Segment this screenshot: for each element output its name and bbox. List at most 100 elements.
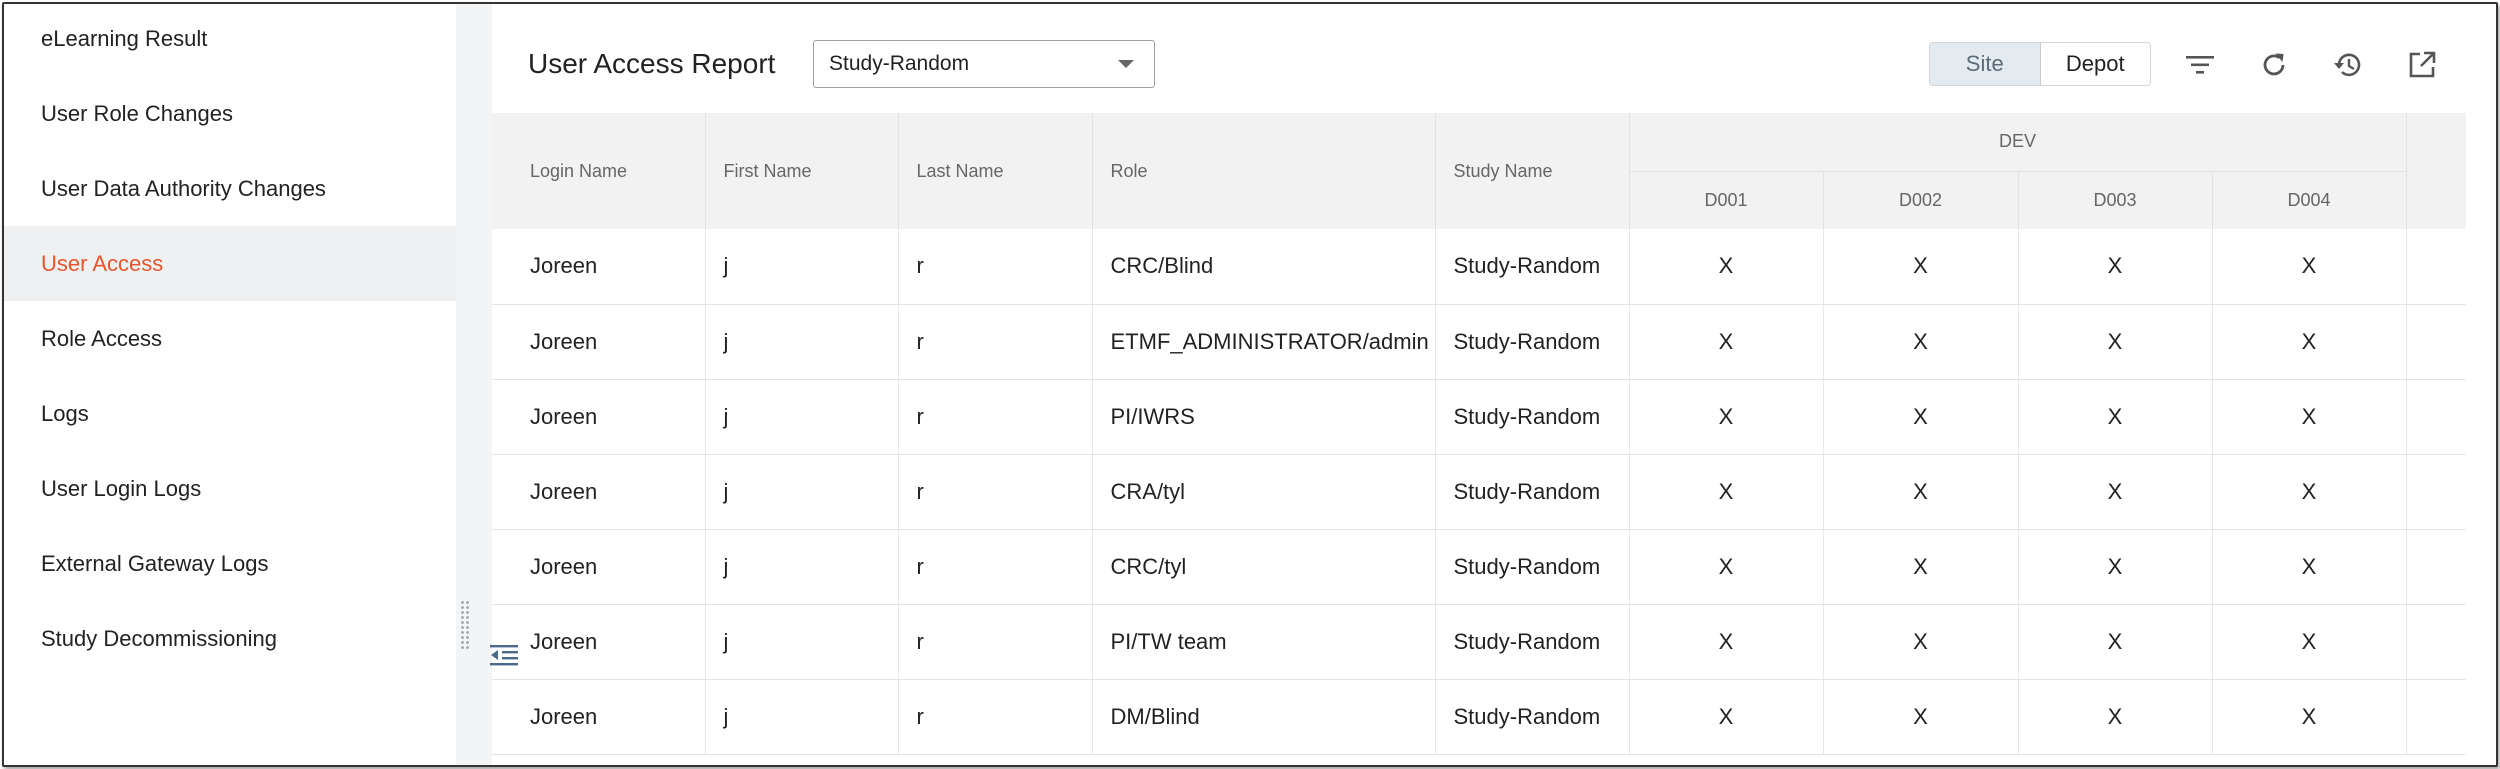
col-header-site[interactable]: D003 [2018, 171, 2213, 229]
study-select[interactable]: Study-Random [813, 40, 1155, 88]
col-header-login-name[interactable]: Login Name [492, 113, 706, 229]
cell-study-name: Study-Random [1435, 604, 1630, 680]
cell-first-name: j [705, 379, 899, 455]
cell-site-access: X [2212, 679, 2407, 755]
sidebar-item-role-access[interactable]: Role Access [4, 301, 456, 376]
cell-site-access: X [2018, 529, 2213, 605]
cell-last-name: r [898, 229, 1093, 305]
cell-login-name: Joreen [492, 529, 706, 605]
site-toggle-button[interactable]: Site [1930, 43, 2041, 85]
sidebar-item-label: User Login Logs [41, 475, 202, 501]
cell-site-access: X [1629, 379, 1824, 455]
cell-site-access: X [1629, 604, 1824, 680]
cell-role: CRC/tyl [1092, 529, 1436, 605]
cell-blank [2406, 604, 2466, 680]
cell-site-access: X [2212, 454, 2407, 530]
sidebar-item-label: Role Access [41, 325, 163, 351]
main-panel: User Access Report Study-Random Site Dep… [492, 4, 2496, 765]
cell-site-access: X [2018, 379, 2213, 455]
cell-site-access: X [1823, 679, 2019, 755]
cell-site-access: X [1823, 304, 2019, 380]
cell-site-access: X [1629, 229, 1824, 305]
table-row[interactable]: Joreen j r CRC/Blind Study-Random X X X X [492, 229, 2466, 305]
cell-study-name: Study-Random [1435, 529, 1630, 605]
col-header-last-name[interactable]: Last Name [898, 113, 1093, 229]
cell-site-access: X [1629, 529, 1824, 605]
sidebar-item-user-data-authority-changes[interactable]: User Data Authority Changes [4, 151, 456, 226]
cell-login-name: Joreen [492, 304, 706, 380]
sidebar-item-study-decommissioning[interactable]: Study Decommissioning [4, 601, 456, 676]
sidebar-item-label: User Data Authority Changes [41, 175, 326, 201]
cell-blank [2406, 679, 2466, 755]
cell-site-access: X [1629, 679, 1824, 755]
col-header-study-name[interactable]: Study Name [1435, 113, 1630, 229]
cell-blank [2406, 529, 2466, 605]
cell-study-name: Study-Random [1435, 379, 1630, 455]
cell-first-name: j [705, 304, 899, 380]
col-header-blank [2406, 113, 2466, 229]
cell-role: CRC/Blind [1092, 229, 1436, 305]
sidebar-item-logs[interactable]: Logs [4, 376, 456, 451]
sidebar-item-label: User Role Changes [41, 100, 233, 126]
table-row[interactable]: Joreen j r CRC/tyl Study-Random X X X X [492, 529, 2466, 605]
site-depot-toggle: Site Depot [1929, 42, 2151, 86]
col-header-site[interactable]: D001 [1629, 171, 1824, 229]
cell-site-access: X [1823, 379, 2019, 455]
collapse-sidebar-icon[interactable] [487, 640, 521, 670]
sidebar-item-external-gateway-logs[interactable]: External Gateway Logs [4, 526, 456, 601]
filter-icon[interactable] [2183, 48, 2217, 82]
cell-site-access: X [2212, 379, 2407, 455]
sidebar: eLearning Result User Role Changes User … [4, 4, 456, 765]
sidebar-item-label: User Access [41, 250, 164, 276]
cell-blank [2406, 229, 2466, 305]
cell-site-access: X [2212, 604, 2407, 680]
cell-last-name: r [898, 604, 1093, 680]
cell-blank [2406, 379, 2466, 455]
col-header-role[interactable]: Role [1092, 113, 1436, 229]
cell-login-name: Joreen [492, 229, 706, 305]
cell-site-access: X [2212, 304, 2407, 380]
cell-site-access: X [2212, 529, 2407, 605]
table-row[interactable]: Joreen j r CRA/tyl Study-Random X X X X [492, 454, 2466, 530]
col-group-header-dev: DEV [1629, 113, 2407, 172]
user-access-table: Login Name First Name Last Name Role Stu… [492, 113, 2466, 765]
cell-site-access: X [1629, 454, 1824, 530]
history-icon[interactable] [2331, 48, 2365, 82]
cell-first-name: j [705, 679, 899, 755]
app-window: eLearning Result User Role Changes User … [2, 2, 2498, 767]
cell-site-access: X [2018, 454, 2213, 530]
col-header-first-name[interactable]: First Name [705, 113, 899, 229]
cell-last-name: r [898, 529, 1093, 605]
cell-role: PI/IWRS [1092, 379, 1436, 455]
cell-site-access: X [1823, 229, 2019, 305]
depot-toggle-button[interactable]: Depot [2041, 43, 2151, 85]
cell-site-access: X [2018, 229, 2213, 305]
sidebar-resize-handle[interactable] [460, 600, 470, 650]
cell-first-name: j [705, 454, 899, 530]
cell-site-access: X [2212, 229, 2407, 305]
refresh-icon[interactable] [2257, 48, 2291, 82]
sidebar-item-elearning-result[interactable]: eLearning Result [4, 4, 456, 76]
sidebar-item-label: External Gateway Logs [41, 550, 269, 576]
table-row[interactable]: Joreen j r DM/Blind Study-Random X X X X [492, 679, 2466, 755]
open-external-icon[interactable] [2405, 48, 2439, 82]
table-row[interactable]: Joreen j r PI/IWRS Study-Random X X X X [492, 379, 2466, 455]
table-row[interactable]: Joreen j r PI/TW team Study-Random X X X X [492, 604, 2466, 680]
chevron-down-icon [1118, 60, 1134, 68]
cell-role: CRA/tyl [1092, 454, 1436, 530]
col-header-site[interactable]: D004 [2212, 171, 2407, 229]
study-select-value: Study-Random [829, 52, 970, 75]
cell-site-access: X [1823, 529, 2019, 605]
cell-last-name: r [898, 379, 1093, 455]
cell-site-access: X [1629, 304, 1824, 380]
cell-role: PI/TW team [1092, 604, 1436, 680]
col-header-site[interactable]: D002 [1823, 171, 2019, 229]
sidebar-item-user-access[interactable]: User Access [4, 226, 456, 301]
table-row[interactable]: Joreen j r ETMF_ADMINISTRATOR/admin Study-Ra… [492, 304, 2466, 380]
sidebar-item-user-login-logs[interactable]: User Login Logs [4, 451, 456, 526]
sidebar-item-user-role-changes[interactable]: User Role Changes [4, 76, 456, 151]
sidebar-item-label: eLearning Result [41, 25, 208, 51]
cell-site-access: X [2018, 604, 2213, 680]
cell-first-name: j [705, 529, 899, 605]
cell-site-access: X [1823, 454, 2019, 530]
